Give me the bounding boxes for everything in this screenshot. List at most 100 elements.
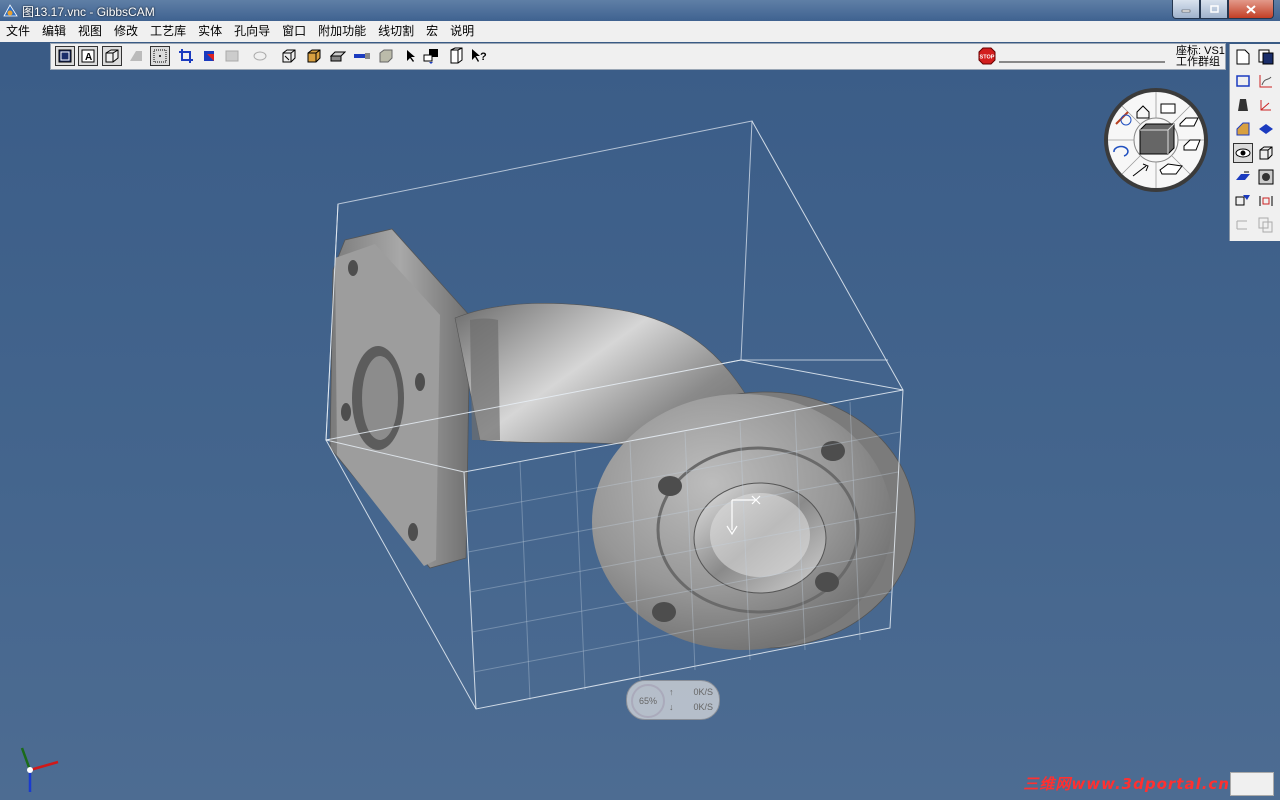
close-button[interactable]: [1228, 0, 1274, 19]
site-watermark: 三维网www.3dportal.cn: [1023, 775, 1230, 793]
title-bar: 图13.17.vnc - GibbsCAM: [0, 0, 1280, 21]
menu-file[interactable]: 文件: [0, 21, 36, 42]
fixture-icon: [225, 50, 239, 62]
copy-doc-button[interactable]: [1256, 47, 1276, 67]
view-iso-button[interactable]: [304, 46, 324, 66]
top-view-icon[interactable]: [1160, 103, 1176, 114]
workplane-icon: [1236, 171, 1250, 180]
front-view-cube-icon: [282, 49, 296, 63]
menu-wire-edm[interactable]: 线切割: [372, 21, 420, 42]
select-tool-button[interactable]: [421, 46, 441, 66]
stack-view-icon: [379, 49, 393, 63]
cube-outline-icon: [105, 49, 119, 63]
axis-button[interactable]: [1256, 95, 1276, 115]
document-view-button[interactable]: [446, 46, 466, 66]
menu-modify[interactable]: 修改: [108, 21, 144, 42]
crop-icon: [179, 49, 193, 63]
curve-axes-icon: [1259, 75, 1272, 88]
menu-view[interactable]: 视图: [72, 21, 108, 42]
stop-button[interactable]: STOP: [977, 46, 997, 66]
side-view-icon: [354, 53, 370, 59]
new-document-icon: [1236, 49, 1250, 65]
disabled-copy-icon: [1258, 217, 1273, 233]
minimize-button[interactable]: [1172, 0, 1200, 19]
menu-bar: 文件 编辑 视图 修改 工艺库 实体 孔向导 窗口 附加功能 线切割 宏 说明: [0, 21, 1280, 42]
main-toolbar: A ? STOP 座标: VS1 工作群组: [0, 42, 1280, 70]
measure-button[interactable]: [1256, 191, 1276, 211]
document-cube-icon: [450, 47, 463, 64]
svg-text:STOP: STOP: [980, 55, 995, 61]
menu-help[interactable]: 说明: [444, 21, 480, 42]
view-navigation-dial[interactable]: [1104, 88, 1208, 192]
fixture-button[interactable]: [222, 46, 242, 66]
minimize-icon: [1181, 9, 1191, 13]
solid-box-button[interactable]: [1256, 143, 1276, 163]
annotation-mode-button[interactable]: A: [78, 46, 98, 66]
select-blocks-icon: [423, 49, 438, 64]
disabled-bracket-icon: [1236, 220, 1247, 230]
upload-arrow-icon: ↑: [669, 687, 674, 697]
restore-button[interactable]: [1200, 0, 1228, 19]
svg-text:A: A: [85, 52, 92, 63]
workplane-button[interactable]: [1233, 167, 1253, 187]
view-stack-button[interactable]: [376, 46, 396, 66]
curve-button[interactable]: [1256, 71, 1276, 91]
menu-macro[interactable]: 宏: [420, 21, 444, 42]
wireframe-mode-button[interactable]: [55, 46, 75, 66]
pointer-tool-button[interactable]: [401, 46, 421, 66]
corner-box: [1230, 772, 1274, 796]
download-arrow-icon: ↓: [669, 702, 674, 712]
workgroup-label[interactable]: 工作群组: [1176, 57, 1220, 68]
view-front-button[interactable]: [279, 46, 299, 66]
transform-button[interactable]: [1233, 191, 1253, 211]
render-button[interactable]: [1256, 167, 1276, 187]
disabled-tool-left[interactable]: [1233, 215, 1253, 235]
right-flange: [592, 391, 916, 650]
toolbar-strip: A ? STOP 座标: VS1 工作群组: [50, 43, 1226, 70]
solid-shade-icon: [130, 51, 142, 61]
dotted-select-icon: [153, 49, 167, 63]
selection-box-button[interactable]: [150, 46, 170, 66]
view-toggle-button[interactable]: [1233, 143, 1253, 163]
help-pointer-icon: ?: [472, 49, 487, 63]
tool-bit-icon: [1238, 99, 1248, 111]
menu-process-library[interactable]: 工艺库: [144, 21, 192, 42]
disabled-tool-right[interactable]: [1256, 215, 1276, 235]
close-icon: [1246, 4, 1256, 14]
crop-button[interactable]: [176, 46, 196, 66]
top-view-block-icon: [330, 51, 346, 62]
menu-solid[interactable]: 实体: [192, 21, 228, 42]
stop-sign-icon: STOP: [978, 47, 996, 65]
gibbscam-app-icon[interactable]: [3, 3, 18, 18]
menu-plugins[interactable]: 附加功能: [312, 21, 372, 42]
download-rate: 0K/S: [693, 702, 713, 712]
machining-button[interactable]: [1233, 119, 1253, 139]
stock-button[interactable]: [200, 46, 220, 66]
tool-icon: [253, 51, 267, 61]
surface-button[interactable]: [1256, 119, 1276, 139]
machining-icon: [1236, 122, 1250, 136]
graphics-viewport[interactable]: 65% ↑ 0K/S ↓ 0K/S 三维网www.3dportal.cn: [0, 70, 1280, 800]
menu-window[interactable]: 窗口: [276, 21, 312, 42]
restore-icon: [1210, 4, 1219, 13]
wireframe-mode-icon: [58, 49, 72, 63]
side-palette: [1229, 44, 1280, 241]
new-doc-button[interactable]: [1233, 47, 1253, 67]
geometry-rect-icon: [1236, 75, 1250, 87]
eye-icon: [1235, 148, 1251, 158]
context-help-button[interactable]: ?: [470, 46, 490, 66]
progress-bar: [999, 50, 1165, 63]
geometry-button[interactable]: [1233, 71, 1253, 91]
shaded-mode-button[interactable]: [102, 46, 122, 66]
solid-box-icon: [1259, 146, 1273, 160]
menu-edit[interactable]: 编辑: [36, 21, 72, 42]
menu-hole-wizard[interactable]: 孔向导: [228, 21, 276, 42]
stock-icon: [204, 51, 214, 61]
tools-button[interactable]: [1233, 95, 1253, 115]
text-a-icon: A: [81, 49, 95, 63]
view-top-button[interactable]: [328, 46, 348, 66]
tool-button[interactable]: [250, 46, 270, 66]
left-flange: [329, 228, 471, 569]
solid-view-button[interactable]: [126, 46, 146, 66]
view-side-button[interactable]: [352, 46, 372, 66]
